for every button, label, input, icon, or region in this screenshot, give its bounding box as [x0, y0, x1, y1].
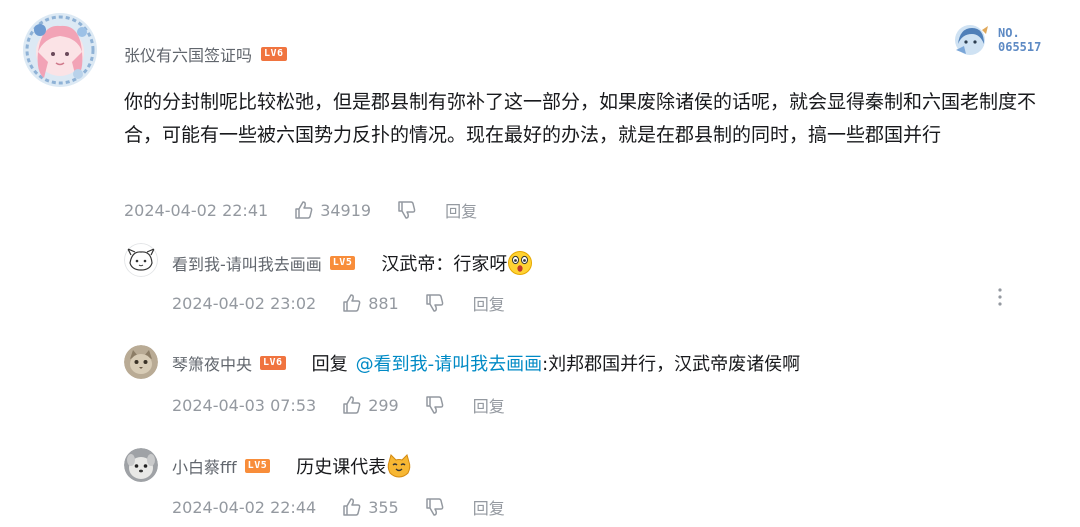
fan-badge-number: 065517 [998, 40, 1042, 54]
thumbs-up-icon [343, 294, 361, 312]
like-count: 299 [368, 395, 399, 415]
reply-avatar[interactable] [124, 345, 158, 379]
reply-text: :刘邦郡国并行，汉武帝废诸侯啊 [542, 354, 801, 375]
level-badge: LV6 [261, 47, 287, 61]
thumbs-up-icon [343, 396, 361, 414]
reply-3: 小白蔡fff LV5 历史课代表 [172, 453, 412, 479]
level-badge: LV5 [244, 459, 271, 473]
reply-text: 汉武帝：行家呀 [381, 254, 508, 275]
reply-button[interactable]: 回复 [473, 495, 505, 519]
like-button[interactable]: 881 [342, 293, 399, 313]
more-options-icon[interactable] [994, 285, 1006, 309]
main-comment-header: 张仪有六国签证吗 LV6 [124, 42, 287, 66]
level-badge: LV6 [260, 356, 286, 370]
reply-button[interactable]: 回复 [445, 198, 477, 222]
reply-meta: 2024-04-02 23:02 881 回复 [172, 291, 505, 315]
thumbs-down-icon [398, 201, 416, 219]
thumbs-down-icon [425, 396, 444, 414]
reply-button[interactable]: 回复 [473, 291, 505, 315]
main-avatar[interactable] [22, 12, 98, 88]
reply-text: 历史课代表 [296, 457, 387, 478]
thumbs-down-icon [425, 498, 444, 516]
reply-prefix: 回复 [311, 354, 348, 375]
main-comment-text: 你的分封制呢比较松弛，但是郡县制有弥补了这一部分，如果废除诸侯的话呢，就会显得秦… [124, 91, 1037, 146]
dislike-button[interactable] [425, 293, 445, 313]
like-button[interactable]: 34919 [294, 200, 371, 220]
level-badge: LV5 [329, 256, 356, 270]
like-count: 34919 [320, 200, 372, 220]
thumbs-down-icon [425, 294, 444, 312]
cat-emoji [387, 454, 411, 478]
mention-link[interactable]: @看到我-请叫我去画画 [356, 350, 543, 376]
reply-button[interactable]: 回复 [473, 393, 505, 417]
main-comment-meta: 2024-04-02 22:41 34919 回复 [124, 198, 477, 222]
comment-date: 2024-04-02 22:41 [124, 200, 269, 220]
main-username[interactable]: 张仪有六国签证吗 [124, 42, 252, 66]
reply-2: 琴箫夜中央 LV6 回复 @看到我-请叫我去画画 :刘邦郡国并行，汉武帝废诸侯啊 [172, 350, 800, 376]
like-button[interactable]: 299 [342, 395, 399, 415]
comment-date: 2024-04-02 22:44 [172, 497, 317, 517]
thumbs-up-icon [343, 498, 361, 516]
reply-meta: 2024-04-03 07:53 299 回复 [172, 393, 505, 417]
dislike-button[interactable] [425, 395, 445, 415]
fan-badge-label: NO. [998, 26, 1020, 40]
like-count: 881 [368, 293, 399, 313]
reply-username[interactable]: 看到我-请叫我去画画 [172, 251, 322, 275]
dislike-button[interactable] [397, 200, 417, 220]
surprised-face-emoji [508, 251, 533, 275]
thumbs-up-icon [295, 201, 313, 219]
reply-avatar[interactable] [124, 243, 158, 277]
reply-avatar[interactable] [124, 448, 158, 482]
dislike-button[interactable] [425, 497, 445, 517]
reply-username[interactable]: 小白蔡fff [172, 454, 237, 478]
fan-badge-icon [955, 25, 988, 55]
like-count: 355 [368, 497, 399, 517]
fan-badge: NO. 065517 [952, 22, 1041, 58]
comment-date: 2024-04-03 07:53 [172, 395, 317, 415]
reply-1: 看到我-请叫我去画画 LV5 汉武帝：行家呀 [172, 250, 533, 276]
comment-date: 2024-04-02 23:02 [172, 293, 317, 313]
reply-username[interactable]: 琴箫夜中央 [172, 351, 252, 375]
reply-meta: 2024-04-02 22:44 355 回复 [172, 495, 505, 519]
like-button[interactable]: 355 [342, 497, 399, 517]
